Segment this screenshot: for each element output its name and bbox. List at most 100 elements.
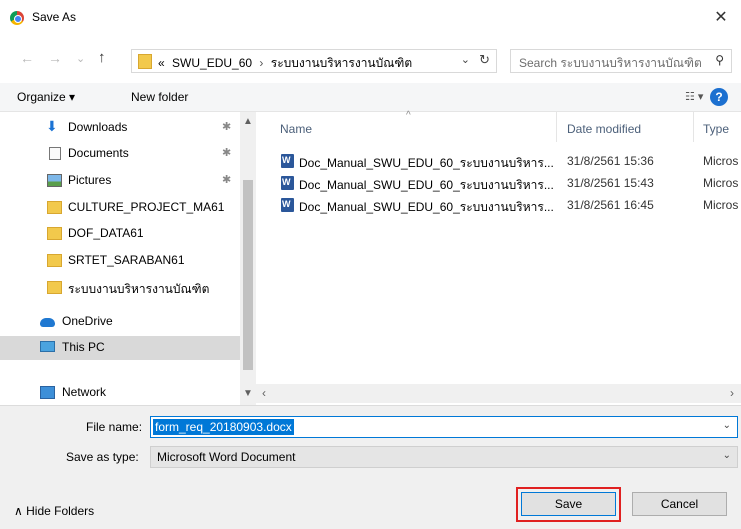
chrome-icon <box>10 11 24 25</box>
view-options-icon[interactable]: ☷ ▾ <box>685 90 703 103</box>
navigation-scrollbar[interactable]: ▲ ▼ <box>240 112 256 405</box>
scroll-down-icon[interactable]: ▼ <box>243 388 253 399</box>
download-icon <box>46 118 61 135</box>
back-arrow-icon[interactable]: ← <box>20 50 34 66</box>
file-type: Micros <box>703 154 739 168</box>
save-button[interactable]: Save <box>521 492 616 516</box>
nav-item-network[interactable]: Network <box>0 381 240 405</box>
breadcrumb-item-current[interactable]: ระบบงานบริหารงานบัณฑิต <box>271 56 412 70</box>
column-header-name[interactable]: Name <box>280 122 312 136</box>
nav-item-label: Downloads <box>68 120 128 134</box>
search-input[interactable]: Search ระบบงานบริหารงานบัณฑิต <box>519 54 702 73</box>
nav-item-documents[interactable]: Documents ✱ <box>0 142 240 166</box>
search-icon[interactable]: ⚲ <box>715 53 724 67</box>
folder-icon <box>47 227 62 240</box>
pin-icon[interactable]: ✱ <box>222 173 231 186</box>
help-icon[interactable]: ? <box>710 88 728 106</box>
nav-item-label: Documents <box>68 146 129 160</box>
organize-menu[interactable]: Organize ▾ <box>17 90 75 104</box>
nav-item-downloads[interactable]: Downloads ✱ <box>0 116 240 140</box>
up-arrow-icon[interactable]: ↑ <box>98 49 106 66</box>
sort-ascending-icon: ^ <box>406 110 411 121</box>
file-date: 31/8/2561 16:45 <box>567 198 654 212</box>
folder-icon <box>47 254 62 267</box>
title-bar: Save As ✕ <box>0 0 741 36</box>
nav-item-pictures[interactable]: Pictures ✱ <box>0 169 240 193</box>
scrollbar-thumb[interactable] <box>243 180 253 370</box>
file-list: ^ Name Date modified Type Doc_Manual_SWU… <box>256 110 741 405</box>
nav-item-label: ระบบงานบริหารงานบัณฑิต <box>68 282 210 296</box>
nav-item-srtet-saraban[interactable]: SRTET_SARABAN61 <box>0 249 240 273</box>
nav-item-thai-folder[interactable]: ระบบงานบริหารงานบัณฑิต <box>0 276 240 300</box>
document-icon <box>49 147 61 160</box>
scroll-up-icon[interactable]: ▲ <box>243 116 253 127</box>
nav-item-culture-project[interactable]: CULTURE_PROJECT_MA61 <box>0 196 240 220</box>
search-box[interactable]: Search ระบบงานบริหารงานบัณฑิต ⚲ <box>510 49 732 73</box>
forward-arrow-icon[interactable]: → <box>48 50 62 66</box>
column-header-date-modified[interactable]: Date modified <box>567 122 641 136</box>
scroll-right-icon[interactable]: › <box>730 386 734 400</box>
nav-item-onedrive[interactable]: OneDrive <box>0 310 240 334</box>
pin-icon[interactable]: ✱ <box>222 146 231 159</box>
hide-folders-button[interactable]: ∧ Hide Folders <box>14 504 94 518</box>
nav-item-label: DOF_DATA61 <box>68 226 144 240</box>
file-name: Doc_Manual_SWU_EDU_60_ระบบงานบริหาร... <box>299 178 554 192</box>
file-date: 31/8/2561 15:43 <box>567 176 654 190</box>
table-row[interactable]: Doc_Manual_SWU_EDU_60_ระบบงานบริหาร... 3… <box>256 194 741 216</box>
nav-item-label: Pictures <box>68 173 112 187</box>
word-document-icon <box>281 176 294 190</box>
table-row[interactable]: Doc_Manual_SWU_EDU_60_ระบบงานบริหาร... 3… <box>256 172 741 194</box>
file-name-field[interactable]: form_req_20180903.docx ⌄ <box>150 416 738 438</box>
nav-item-label: Network <box>62 385 107 399</box>
breadcrumb: « SWU_EDU_60 › ระบบงานบริหารงานบัณฑิต <box>158 54 412 73</box>
column-divider[interactable] <box>693 112 694 142</box>
file-name: Doc_Manual_SWU_EDU_60_ระบบงานบริหาร... <box>299 156 554 170</box>
address-row: ← → ⌄ ↑ « SWU_EDU_60 › ระบบงานบริหารงานบ… <box>0 44 741 78</box>
nav-item-label: CULTURE_PROJECT_MA61 <box>68 200 225 214</box>
folder-icon <box>47 201 62 214</box>
dialog-title: Save As <box>32 10 77 24</box>
folder-icon <box>138 54 152 69</box>
column-divider[interactable] <box>556 112 557 142</box>
file-name: Doc_Manual_SWU_EDU_60_ระบบงานบริหาร... <box>299 200 554 214</box>
file-date: 31/8/2561 15:36 <box>567 154 654 168</box>
network-icon <box>40 386 55 399</box>
pin-icon[interactable]: ✱ <box>222 120 231 133</box>
nav-item-this-pc[interactable]: This PC <box>0 336 240 360</box>
breadcrumb-overflow[interactable]: « <box>158 56 165 70</box>
navigation-pane: Downloads ✱ Documents ✱ Pictures ✱ CULTU… <box>0 112 256 405</box>
horizontal-scrollbar[interactable]: ‹ › <box>256 384 741 403</box>
save-as-type-label: Save as type: <box>66 450 139 464</box>
nav-item-label: OneDrive <box>62 314 113 328</box>
this-pc-icon <box>40 341 55 352</box>
chevron-down-icon[interactable]: ⌄ <box>723 420 731 431</box>
breadcrumb-item-swu-edu[interactable]: SWU_EDU_60 <box>172 56 252 70</box>
save-form: File name: form_req_20180903.docx ⌄ Save… <box>0 405 741 529</box>
close-button[interactable]: ✕ <box>707 4 735 32</box>
file-name-value[interactable]: form_req_20180903.docx <box>153 419 294 435</box>
table-row[interactable]: Doc_Manual_SWU_EDU_60_ระบบงานบริหาร... 3… <box>256 150 741 172</box>
folder-icon <box>47 281 62 294</box>
onedrive-icon <box>40 318 55 327</box>
chevron-down-icon[interactable]: ⌄ <box>461 53 470 66</box>
file-type: Micros <box>703 198 739 212</box>
file-type: Micros <box>703 176 739 190</box>
refresh-icon[interactable]: ↻ <box>479 52 490 68</box>
address-bar[interactable]: « SWU_EDU_60 › ระบบงานบริหารงานบัณฑิต ⌄ … <box>131 49 497 73</box>
nav-item-label: This PC <box>62 340 105 354</box>
file-name-label: File name: <box>86 420 143 434</box>
new-folder-button[interactable]: New folder <box>131 90 188 104</box>
pictures-icon <box>47 174 62 187</box>
column-header-type[interactable]: Type <box>703 122 729 136</box>
nav-item-dof-data[interactable]: DOF_DATA61 <box>0 222 240 246</box>
scroll-left-icon[interactable]: ‹ <box>262 386 266 400</box>
breadcrumb-separator[interactable]: › <box>259 56 263 70</box>
word-document-icon <box>281 154 294 168</box>
nav-item-label: SRTET_SARABAN61 <box>68 253 185 267</box>
chevron-down-icon[interactable]: ⌄ <box>723 450 731 461</box>
save-as-type-select[interactable]: Microsoft Word Document ⌄ <box>150 446 738 468</box>
cancel-button[interactable]: Cancel <box>632 492 727 516</box>
recent-locations-chevron-icon[interactable]: ⌄ <box>76 52 85 65</box>
word-document-icon <box>281 198 294 212</box>
command-bar: Organize ▾ New folder ☷ ▾ ? <box>0 83 741 112</box>
